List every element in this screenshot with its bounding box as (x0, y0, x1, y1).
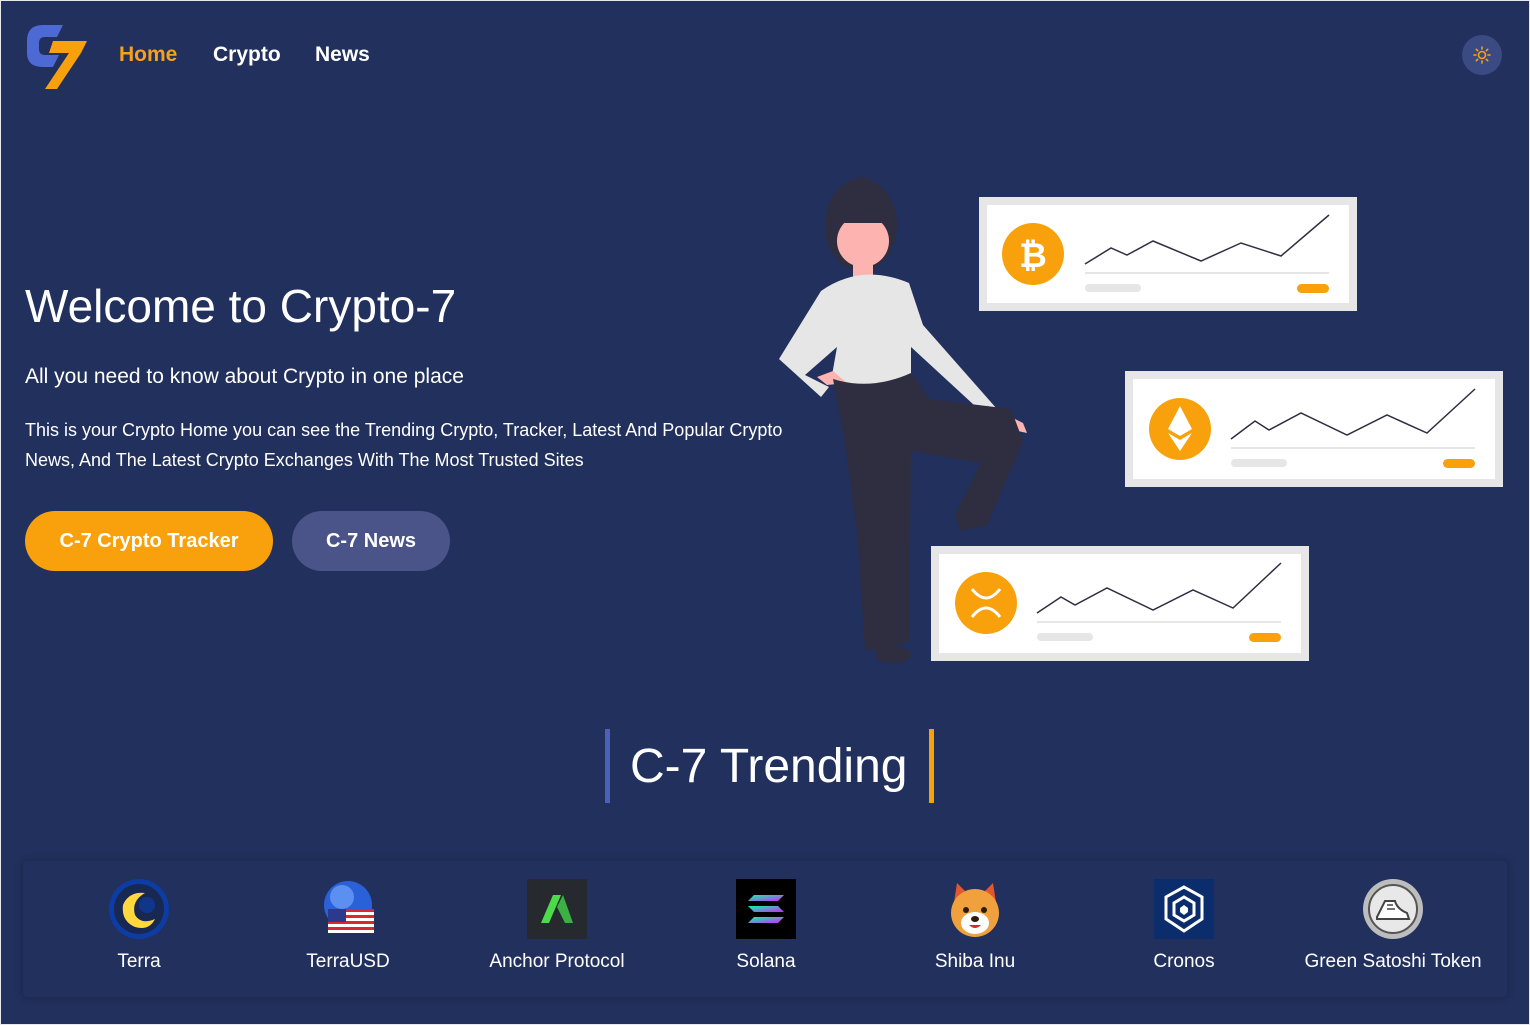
coin-green-satoshi-token[interactable]: Green Satoshi Token (1293, 879, 1493, 973)
svg-text:₿: ₿ (1019, 236, 1047, 276)
coin-name: Shiba Inu (934, 951, 1016, 972)
trending-coins-strip: Terra TerraUSD Anchor Protocol Solana Sh… (23, 861, 1507, 997)
coin-cronos[interactable]: Cronos (1084, 879, 1284, 973)
coin-name: Solana (736, 951, 796, 972)
xrp-icon (955, 572, 1017, 634)
trending-title: C-7 Trending (630, 739, 908, 793)
coin-solana[interactable]: Solana (666, 879, 866, 973)
nav-news-link[interactable]: News (315, 43, 370, 67)
trending-heading: C-7 Trending (605, 729, 935, 803)
coin-name: Terra (117, 951, 161, 972)
coin-name: Anchor Protocol (489, 951, 625, 972)
crypto7-logo[interactable] (23, 19, 91, 91)
trending-bar-right (929, 729, 935, 803)
coin-name: Cronos (1153, 951, 1215, 972)
hero-illustration: ₿ (779, 177, 1503, 663)
cronos-icon (1154, 879, 1214, 939)
shiba-inu-icon (951, 883, 999, 937)
coin-shiba-inu[interactable]: Shiba Inu (875, 879, 1075, 973)
hero-title: Welcome to Crypto-7 (25, 280, 457, 332)
coin-anchor-protocol[interactable]: Anchor Protocol (457, 879, 657, 973)
coin-terra[interactable]: Terra (39, 879, 239, 973)
sun-icon (1473, 46, 1491, 64)
navbar: Home Crypto News (1, 1, 1530, 111)
solana-icon (736, 879, 796, 939)
news-button[interactable]: C-7 News (292, 511, 450, 571)
ethereum-chart-card (1125, 371, 1503, 487)
terrausd-icon (324, 881, 374, 933)
coin-name: TerraUSD (306, 951, 390, 972)
trending-bar-left (605, 729, 610, 803)
theme-toggle-button[interactable] (1462, 35, 1502, 75)
nav-home-link[interactable]: Home (119, 43, 177, 67)
hero-description: This is your Crypto Home you can see the… (25, 420, 783, 470)
bitcoin-chart-card: ₿ (979, 197, 1357, 311)
coin-name: Green Satoshi Token (1304, 951, 1482, 972)
hero-subtitle: All you need to know about Crypto in one… (25, 365, 464, 388)
terra-icon (109, 879, 169, 939)
nav-crypto-link[interactable]: Crypto (213, 43, 281, 67)
xrp-chart-card (931, 546, 1309, 661)
green-satoshi-token-icon (1363, 879, 1423, 939)
crypto-tracker-button[interactable]: C-7 Crypto Tracker (25, 511, 273, 571)
anchor-protocol-icon (527, 879, 587, 939)
coin-terrausd[interactable]: TerraUSD (248, 879, 448, 973)
